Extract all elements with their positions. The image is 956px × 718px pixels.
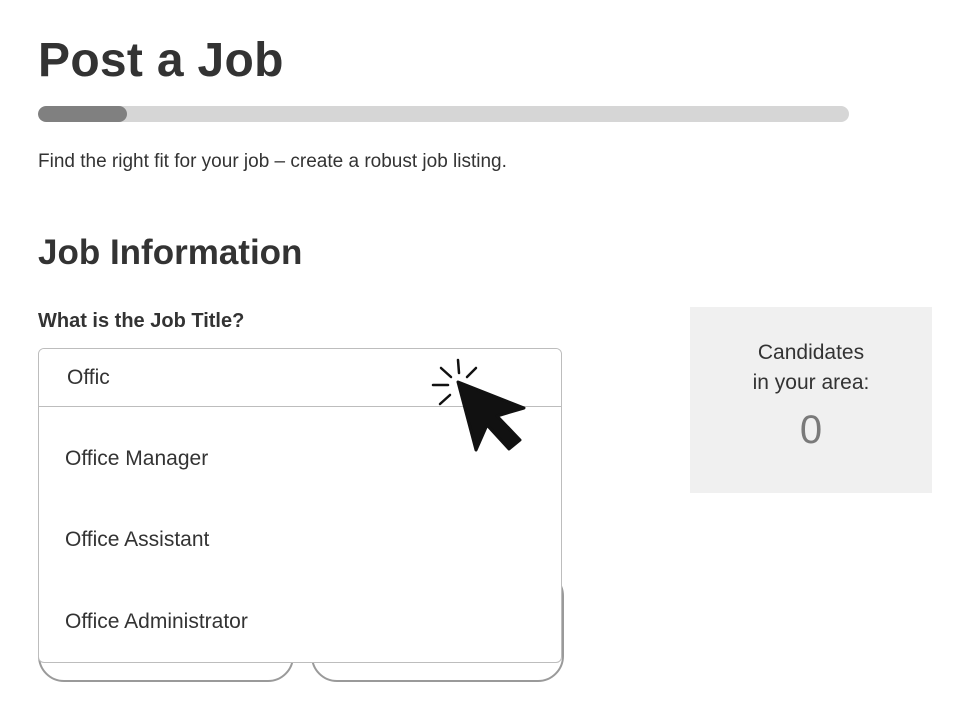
progress-bar-fill <box>38 106 128 122</box>
candidates-panel: Candidates in your area: 0 <box>690 307 932 493</box>
page-subtitle: Find the right fit for your job – create… <box>38 151 507 172</box>
post-job-page: Post a Job Find the right fit for your j… <box>0 0 956 718</box>
progress-bar <box>38 106 849 122</box>
suggestion-office-assistant[interactable]: Office Assistant <box>39 489 561 571</box>
candidates-label-line1: Candidates <box>757 341 865 364</box>
candidates-count: 0 <box>799 408 823 452</box>
candidates-label-line2: in your area: <box>752 371 870 394</box>
section-heading-job-information: Job Information <box>38 233 303 272</box>
job-title-label: What is the Job Title? <box>38 310 245 332</box>
candidates-label: Candidates in your area: <box>690 338 932 398</box>
page-title: Post a Job <box>38 34 284 87</box>
click-pointer-icon <box>431 358 526 452</box>
suggestion-office-administrator[interactable]: Office Administrator <box>39 571 561 653</box>
